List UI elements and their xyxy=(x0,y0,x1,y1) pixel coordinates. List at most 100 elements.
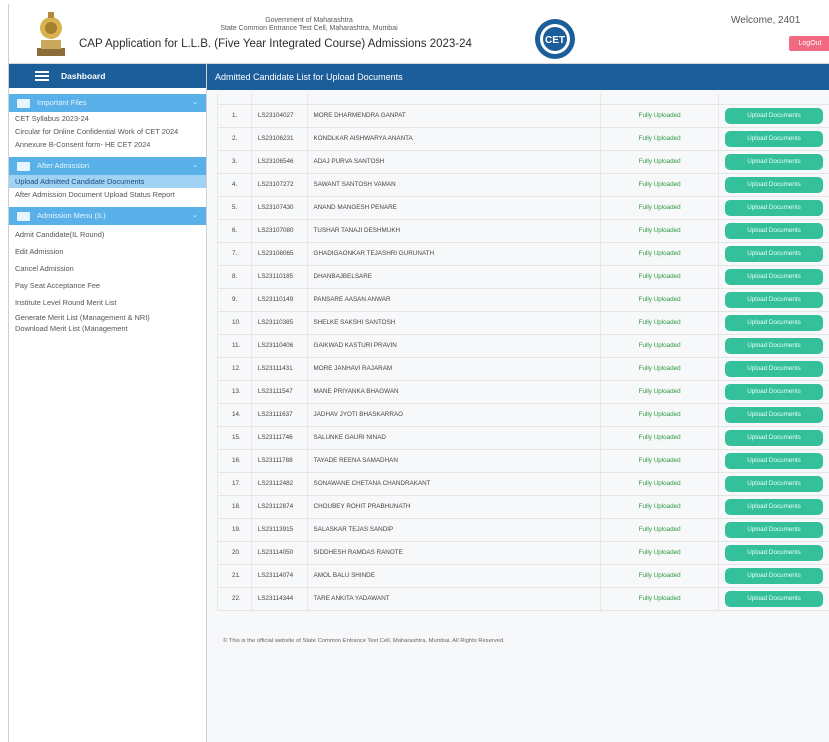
menu-icon[interactable] xyxy=(35,71,49,81)
application-title: CAP Application for L.L.B. (Five Year In… xyxy=(79,38,472,50)
action-cell: Upload Documents xyxy=(717,357,829,381)
action-cell: Upload Documents xyxy=(717,426,829,450)
serial-number: 4. xyxy=(217,173,252,197)
serial-number: 10. xyxy=(217,311,252,335)
section-admission-menu[interactable]: Admission Menu (IL) ⌄ xyxy=(9,207,206,225)
upload-documents-button[interactable]: Upload Documents xyxy=(724,176,823,193)
sidebar-item-upload-status-report[interactable]: After Admission Document Upload Status R… xyxy=(9,188,206,201)
application-id: LS23107430 xyxy=(250,196,308,220)
header-cell xyxy=(306,94,601,105)
table-row: 22. LS23114344 TARE ANKITA YADAWANT Fully U… xyxy=(217,587,829,611)
upload-documents-button[interactable]: Upload Documents xyxy=(724,590,823,607)
sidebar-item-download-merit-list[interactable]: Download Merit List (Management xyxy=(9,324,206,333)
action-cell: Upload Documents xyxy=(717,242,829,266)
upload-documents-button[interactable]: Upload Documents xyxy=(724,406,823,423)
upload-documents-button[interactable]: Upload Documents xyxy=(724,222,823,239)
table-row: 15. LS23111746 SALUNKE GAURI NINAD Fully Up… xyxy=(217,426,829,450)
action-cell: Upload Documents xyxy=(717,265,829,289)
chevron-down-icon: ⌄ xyxy=(192,162,198,169)
upload-documents-button[interactable]: Upload Documents xyxy=(724,429,823,446)
upload-status: Fully Uploaded xyxy=(600,334,719,358)
sidebar-item-upload-documents[interactable]: Upload Admitted Candidate Documents xyxy=(9,175,206,188)
upload-status: Fully Uploaded xyxy=(600,495,719,519)
table-row: 20. LS23114050 SIDDHESH RAMDAS RANOTE Fully… xyxy=(217,541,829,565)
site-header: Government of Maharashtra State Common E… xyxy=(9,4,829,64)
upload-documents-button[interactable]: Upload Documents xyxy=(724,521,823,538)
candidate-name: MANE PRIYANKA BHAGWAN xyxy=(306,380,601,404)
sidebar-item-il-merit-list[interactable]: Institute Level Round Merit List xyxy=(9,292,206,309)
upload-documents-button[interactable]: Upload Documents xyxy=(724,268,823,285)
upload-documents-button[interactable]: Upload Documents xyxy=(724,199,823,216)
upload-documents-button[interactable]: Upload Documents xyxy=(724,245,823,262)
upload-documents-button[interactable]: Upload Documents xyxy=(724,153,823,170)
action-cell: Upload Documents xyxy=(717,449,829,473)
serial-number: 2. xyxy=(217,127,252,151)
folder-icon xyxy=(17,162,30,171)
action-cell: Upload Documents xyxy=(717,380,829,404)
sidebar-item-annexure-b[interactable]: Annexure B-Consent form- HE CET 2024 xyxy=(9,138,206,151)
header-cell xyxy=(217,94,252,105)
candidate-name: SAWANT SANTOSH VAMAN xyxy=(306,173,601,197)
upload-documents-button[interactable]: Upload Documents xyxy=(724,383,823,400)
upload-documents-button[interactable]: Upload Documents xyxy=(724,498,823,515)
application-id: LS23111547 xyxy=(250,380,308,404)
dashboard-link[interactable]: Dashboard xyxy=(9,64,206,88)
upload-documents-button[interactable]: Upload Documents xyxy=(724,107,823,124)
application-id: LS23107080 xyxy=(250,219,308,243)
upload-documents-button[interactable]: Upload Documents xyxy=(724,567,823,584)
sidebar-item-edit-admission[interactable]: Edit Admission xyxy=(9,241,206,258)
table-row: 5. LS23107430 ANAND MANGESH PENARE Fully Up… xyxy=(217,196,829,220)
candidate-name: TUSHAR TANAJI DESHMUKH xyxy=(306,219,601,243)
application-id: LS23114344 xyxy=(250,587,308,611)
application-id: LS23112874 xyxy=(250,495,308,519)
upload-status: Fully Uploaded xyxy=(600,104,719,128)
serial-number: 3. xyxy=(217,150,252,174)
candidate-name: GHADIGAONKAR TEJASHRI GURUNATH xyxy=(306,242,601,266)
candidate-name: JADHAV JYOTI BHASKARRAO xyxy=(306,403,601,427)
table-row: 3. LS23106546 ADAJ PURVA SANTOSH Fully Uplo… xyxy=(217,150,829,174)
section-important-files[interactable]: Important Files ⌄ xyxy=(9,94,206,112)
application-id: LS23110406 xyxy=(250,334,308,358)
upload-status: Fully Uploaded xyxy=(600,403,719,427)
upload-documents-button[interactable]: Upload Documents xyxy=(724,544,823,561)
serial-number: 14. xyxy=(217,403,252,427)
candidate-name: SONAWANE CHETANA CHANDRAKANT xyxy=(306,472,601,496)
table-row: 6. LS23107080 TUSHAR TANAJI DESHMUKH Fully … xyxy=(217,219,829,243)
table-row: 13. LS23111547 MANE PRIYANKA BHAGWAN Fully … xyxy=(217,380,829,404)
sidebar: Dashboard Important Files ⌄ CET Syllabus… xyxy=(9,64,207,742)
section-after-admission[interactable]: After Admission ⌄ xyxy=(9,157,206,175)
sidebar-item-cet-syllabus[interactable]: CET Syllabus 2023-24 xyxy=(9,112,206,125)
table-row: 2. LS23106231 KONDLKAR AISHWARYA ANANTA Ful… xyxy=(217,127,829,151)
upload-documents-button[interactable]: Upload Documents xyxy=(724,475,823,492)
application-id: LS23112482 xyxy=(250,472,308,496)
serial-number: 6. xyxy=(217,219,252,243)
action-cell: Upload Documents xyxy=(717,127,829,151)
candidate-name: ADAJ PURVA SANTOSH xyxy=(306,150,601,174)
sidebar-item-admit-candidate[interactable]: Admit Candidate(IL Round) xyxy=(9,225,206,241)
upload-status: Fully Uploaded xyxy=(600,472,719,496)
sidebar-item-circular[interactable]: Circular for Online Confidential Work of… xyxy=(9,125,206,138)
upload-documents-button[interactable]: Upload Documents xyxy=(724,291,823,308)
sidebar-item-cancel-admission[interactable]: Cancel Admission xyxy=(9,258,206,275)
sidebar-item-pay-fee[interactable]: Pay Seat Acceptance Fee xyxy=(9,275,206,292)
upload-status: Fully Uploaded xyxy=(600,449,719,473)
header-cell xyxy=(717,94,829,105)
upload-documents-button[interactable]: Upload Documents xyxy=(724,360,823,377)
upload-status: Fully Uploaded xyxy=(600,196,719,220)
upload-documents-button[interactable]: Upload Documents xyxy=(724,130,823,147)
action-cell: Upload Documents xyxy=(717,311,829,335)
upload-documents-button[interactable]: Upload Documents xyxy=(724,452,823,469)
candidate-name: SALASKAR TEJAS SANDIP xyxy=(306,518,601,542)
cet-cell-label: State Common Entrance Test Cell, Maharas… xyxy=(220,25,398,32)
government-label: Government of Maharashtra xyxy=(265,17,353,24)
application-id: LS23111788 xyxy=(250,449,308,473)
candidate-name: SIDDHESH RAMDAS RANOTE xyxy=(306,541,601,565)
upload-documents-button[interactable]: Upload Documents xyxy=(724,314,823,331)
serial-number: 8. xyxy=(217,265,252,289)
logout-button[interactable]: LogOut xyxy=(789,36,829,51)
main-content: Admitted Candidate List for Upload Docum… xyxy=(207,64,829,742)
upload-documents-button[interactable]: Upload Documents xyxy=(724,337,823,354)
upload-status: Fully Uploaded xyxy=(600,541,719,565)
application-id: LS23114074 xyxy=(250,564,308,588)
sidebar-item-generate-merit-list[interactable]: Generate Merit List (Management & NRI) xyxy=(9,309,206,324)
